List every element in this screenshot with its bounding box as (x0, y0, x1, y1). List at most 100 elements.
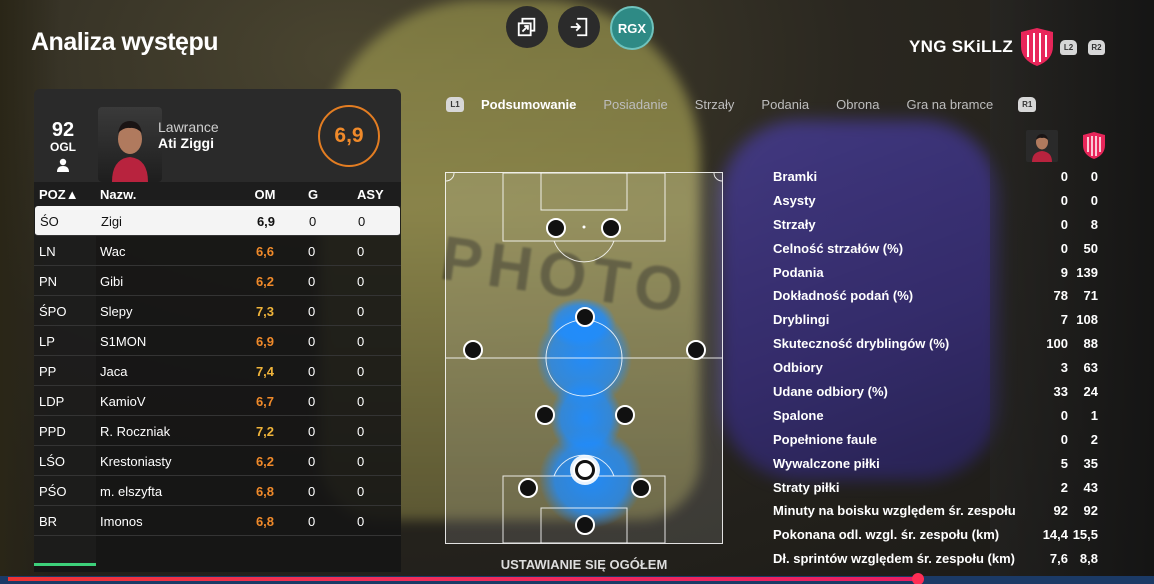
table-row[interactable]: LDP KamioV 6,7 0 0 (34, 386, 401, 416)
stat-player: 0 (1060, 192, 1068, 208)
cell-name: Imonos (100, 514, 143, 529)
stat-player: 14,4 (1042, 527, 1068, 543)
stat-row: Bramki 0 0 (770, 165, 1100, 189)
header-g[interactable]: G (308, 187, 318, 202)
tab-strzaly[interactable]: Strzały (695, 97, 735, 112)
stat-label: Odbiory (773, 360, 823, 376)
cell-pos: LN (39, 244, 56, 259)
cell-pos: LŚO (39, 454, 66, 469)
scroll-indicator (34, 563, 96, 566)
table-row[interactable]: PPD R. Roczniak 7,2 0 0 (34, 416, 401, 446)
cell-pos: PP (39, 364, 57, 379)
stat-player: 78 (1053, 288, 1068, 304)
rgx-button[interactable]: RGX (610, 6, 654, 50)
cell-asy: 0 (357, 424, 365, 439)
cell-name: Krestoniasty (100, 454, 172, 469)
stat-team: 8,8 (1079, 551, 1098, 567)
cell-om: 6,6 (255, 244, 275, 259)
player-marker (575, 307, 595, 327)
switch-view-button[interactable] (506, 6, 548, 48)
cell-asy: 0 (357, 334, 365, 349)
cell-g: 0 (308, 244, 316, 259)
stat-label: Podania (773, 264, 824, 280)
header-asy[interactable]: ASY (357, 187, 384, 202)
table-row[interactable]: LN Wac 6,6 0 0 (34, 236, 401, 266)
player-marker (575, 515, 595, 535)
cell-asy: 0 (357, 304, 365, 319)
cell-pos: ŚO (40, 214, 59, 229)
table-row[interactable]: LŚO Krestoniasty 6,2 0 0 (34, 446, 401, 476)
exit-button[interactable] (558, 6, 600, 48)
cell-name: Gibi (100, 274, 124, 289)
cell-g: 0 (308, 274, 316, 289)
stat-label: Skuteczność dryblingów (%) (773, 336, 950, 352)
cell-asy: 0 (357, 364, 365, 379)
cell-name: Jaca (100, 364, 128, 379)
stat-player: 0 (1060, 407, 1068, 423)
table-row[interactable]: PN Gibi 6,2 0 0 (34, 266, 401, 296)
stat-player: 5 (1060, 455, 1068, 471)
stat-player: 0 (1060, 240, 1068, 256)
player-marker (631, 478, 651, 498)
team-badge-icon (1019, 28, 1055, 71)
timeline-progress (8, 577, 918, 581)
overall-rating: 92 OGL (48, 119, 78, 177)
header-name[interactable]: Nazw. (100, 187, 136, 202)
stat-label: Asysty (773, 192, 816, 208)
table-row[interactable]: ŚPO Slepy 7,3 0 0 (34, 296, 401, 326)
cell-om: 6,8 (255, 484, 275, 499)
stat-player: 0 (1060, 431, 1068, 447)
stat-player: 0 (1060, 169, 1068, 184)
stats-tabs: L1 Podsumowanie Posiadanie Strzały Podan… (446, 92, 1037, 116)
stat-label: Dokładność podań (%) (773, 288, 914, 304)
table-row[interactable]: BR Imonos 6,8 0 0 (34, 506, 401, 536)
tab-obrona[interactable]: Obrona (836, 97, 879, 112)
stat-row: Popełnione faule 0 2 (770, 428, 1100, 452)
table-row[interactable]: PP Jaca 7,4 0 0 (34, 356, 401, 386)
table-row[interactable]: ŚO Zigi 6,9 0 0 (35, 206, 400, 236)
cell-g: 0 (308, 364, 316, 379)
cell-om: 6,8 (255, 514, 275, 529)
stat-row: Dryblingi 7 108 (770, 308, 1100, 332)
cell-name: S1MON (100, 334, 147, 349)
stat-row: Udane odbiory (%) 33 24 (770, 380, 1100, 404)
cell-om: 7,2 (255, 424, 275, 439)
match-timeline[interactable] (0, 573, 1154, 584)
cell-pos: PPD (39, 424, 66, 439)
tab-podania[interactable]: Podania (761, 97, 809, 112)
cell-name: Slepy (100, 304, 133, 319)
cell-om: 6,2 (255, 454, 275, 469)
stat-label: Popełnione faule (773, 431, 878, 447)
table-row[interactable]: LP S1MON 6,9 0 0 (34, 326, 401, 356)
tab-gra-na-bramce[interactable]: Gra na bramce (907, 97, 994, 112)
stat-team: 0 (1090, 192, 1098, 208)
cell-asy: 0 (357, 454, 365, 469)
tab-podsumowanie[interactable]: Podsumowanie (481, 97, 576, 112)
stat-row: Spalone 0 1 (770, 404, 1100, 428)
stat-team: 0 (1090, 169, 1098, 184)
players-table: POZ▲ Nazw. OM G ASY ŚO Zigi 6,9 0 0 LN Wac 6,6 0… (34, 182, 401, 572)
cell-name: KamioV (100, 394, 146, 409)
cell-asy: 0 (357, 394, 365, 409)
tab-posiadanie[interactable]: Posiadanie (603, 97, 667, 112)
player-first-name: Lawrance (158, 119, 219, 135)
timeline-knob[interactable] (912, 573, 924, 584)
stat-label: Dł. sprintów względem śr. zespołu (km) (773, 551, 1015, 567)
cell-om: 6,9 (256, 214, 276, 229)
header-pos[interactable]: POZ▲ (39, 187, 79, 202)
switch-view-icon (517, 17, 536, 37)
table-row[interactable]: PŚO m. elszyfta 6,8 0 0 (34, 476, 401, 506)
header-om[interactable]: OM (254, 187, 276, 202)
cell-pos: PN (39, 274, 58, 289)
cell-asy: 0 (357, 514, 365, 529)
cell-name: Wac (100, 244, 126, 259)
stat-row: Pokonana odl. wzgl. śr. zespołu (km) 14,4… (770, 523, 1100, 547)
page-title: Analiza występu (31, 28, 219, 56)
stat-row: Asysty 0 0 (770, 189, 1100, 213)
user-icon (57, 158, 69, 172)
cell-asy: 0 (358, 214, 366, 229)
selected-player-marker (570, 455, 600, 485)
player-thumb-icon (1026, 130, 1058, 162)
r1-chip: R1 (1018, 96, 1037, 112)
stat-player: 33 (1053, 384, 1068, 400)
